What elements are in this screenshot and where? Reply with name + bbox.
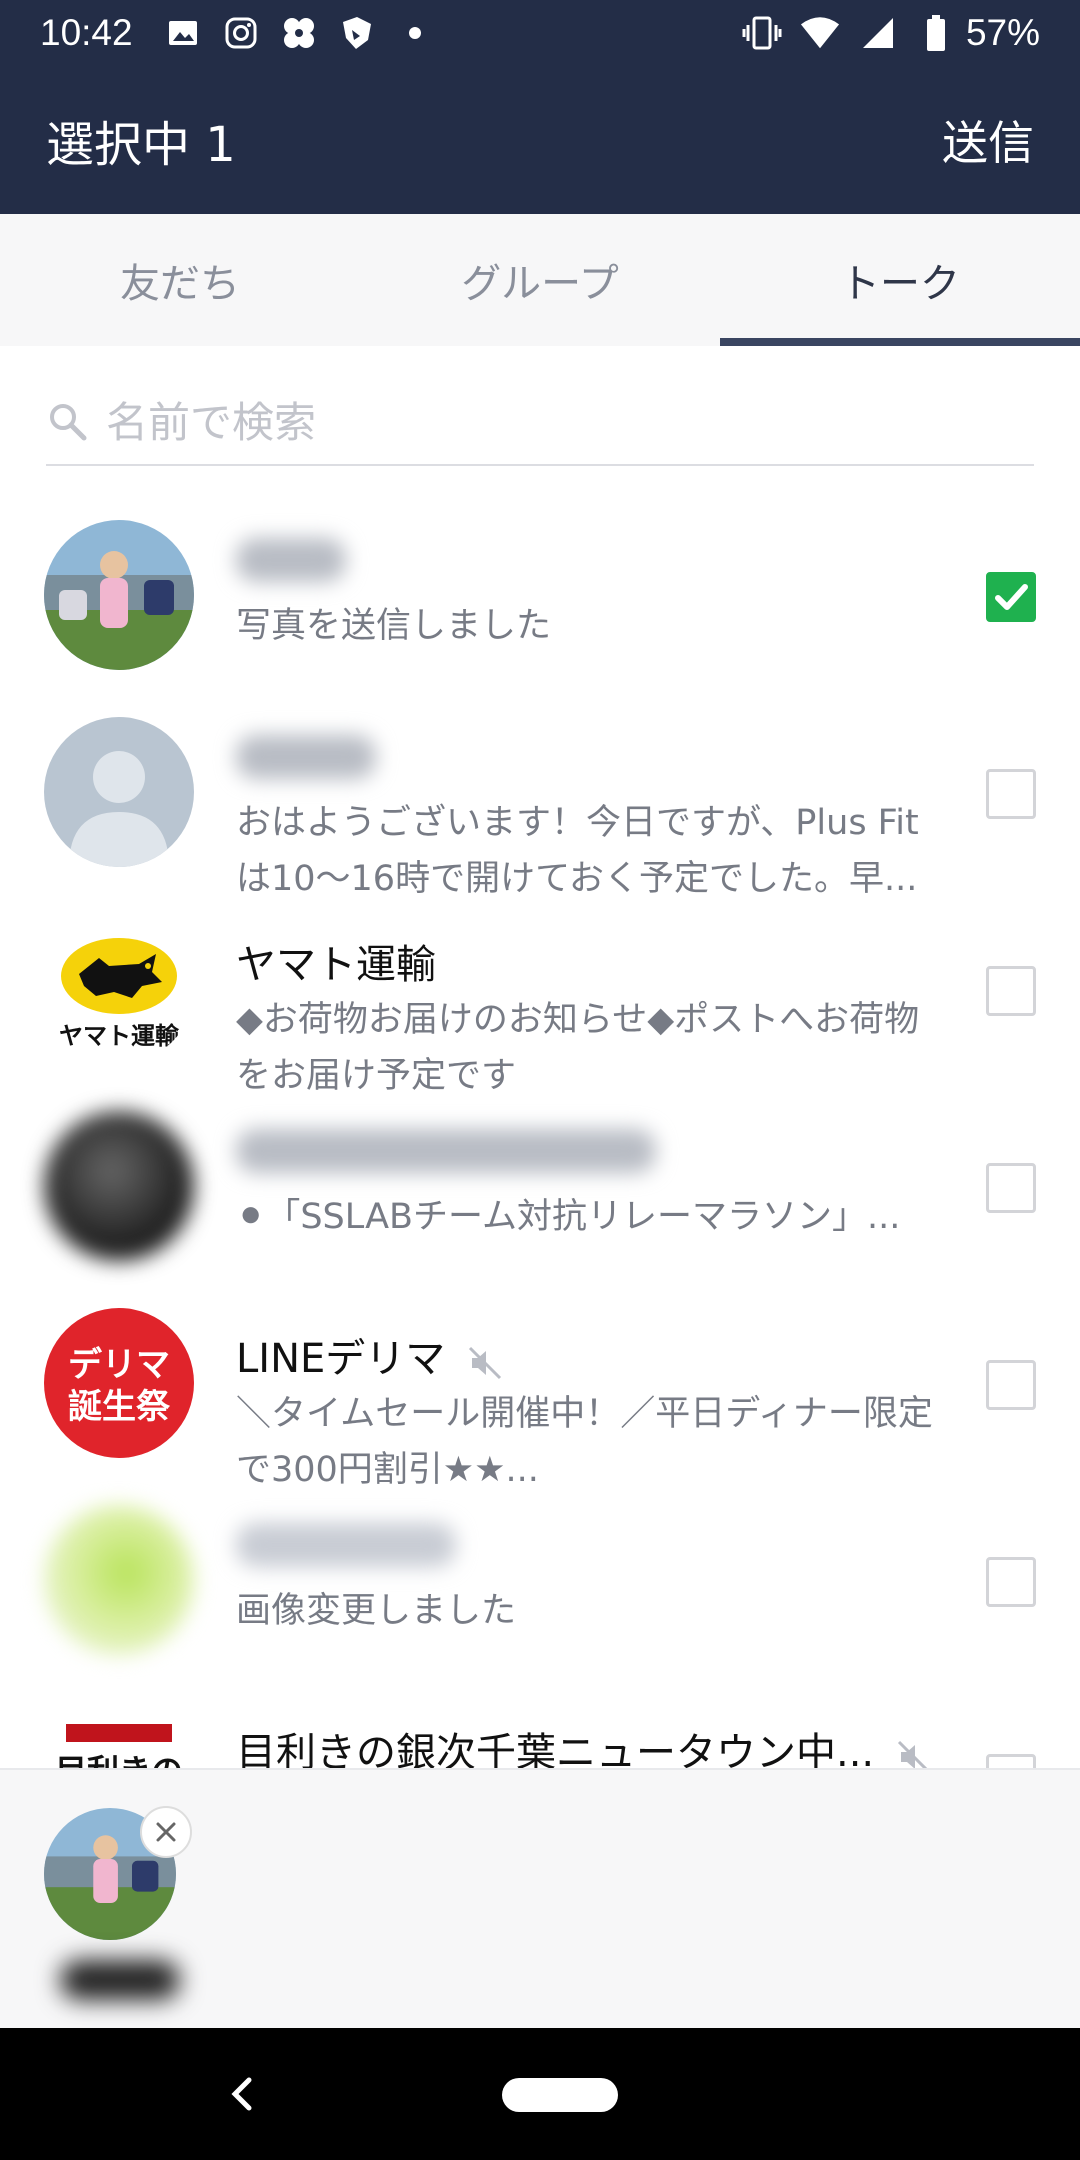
search-icon <box>46 400 90 444</box>
ginji-logo: 目利きの <box>44 1702 194 1768</box>
mute-icon <box>468 1344 502 1380</box>
avatar <box>44 1505 194 1655</box>
chat-row[interactable]: ヤマト運輸 ヤマト運輸 ◆お荷物お届けのお知らせ◆ポストへお荷物をお届け予定です <box>0 894 1080 1096</box>
chat-name-text: 目利きの銀次千葉ニュータウン中... <box>236 1730 875 1768</box>
chat-checkbox[interactable] <box>986 966 1036 1016</box>
svg-text:ヤマト運輸: ヤマト運輸 <box>59 1022 180 1050</box>
app-bar: 選択中 1 送信 <box>0 66 1080 214</box>
app-icon <box>279 13 319 53</box>
search-bar <box>46 380 1034 466</box>
selection-count-title: 選択中 1 <box>46 117 236 173</box>
chat-name-blurred <box>236 735 376 779</box>
dot-icon <box>395 13 435 53</box>
chat-name-blurred <box>236 538 346 582</box>
avatar <box>44 520 194 670</box>
back-button[interactable] <box>212 2064 272 2124</box>
avatar <box>44 717 194 867</box>
tab-chats[interactable]: トーク <box>720 214 1080 346</box>
chat-preview: おはようございます！今日ですが、Plus Fitは10〜16時で開けておく予定で… <box>236 803 919 899</box>
chat-name-blurred <box>236 1523 456 1567</box>
chat-row[interactable]: ⚫「SSLABチーム対抗リレーマラソン」... <box>0 1091 1080 1288</box>
search-input[interactable] <box>106 397 1006 447</box>
system-nav-bar <box>0 2028 1080 2160</box>
battery-percent: 57% <box>965 12 1040 53</box>
selected-name-blurred <box>60 1960 180 2000</box>
chat-row[interactable]: 画像変更しました <box>0 1485 1080 1682</box>
chat-checkbox[interactable] <box>986 769 1036 819</box>
tab-bar: 友だち グループ トーク <box>0 214 1080 346</box>
delima-logo: デリマ 誕生祭 <box>44 1308 194 1458</box>
wifi-icon <box>800 13 840 53</box>
send-button[interactable]: 送信 <box>942 107 1034 173</box>
battery-icon <box>916 13 956 53</box>
remove-selection-button[interactable] <box>140 1806 192 1858</box>
shield-icon <box>337 13 377 53</box>
tab-groups[interactable]: グループ <box>360 214 720 346</box>
svg-text:デリマ: デリマ <box>68 1345 170 1385</box>
svg-text:目利きの: 目利きの <box>55 1752 183 1768</box>
chat-list: 写真を送信しました おはようございます！今日ですが、Plus Fitは10〜16… <box>0 500 1080 1768</box>
chat-checkbox[interactable] <box>986 572 1036 622</box>
chat-name-blurred <box>236 1129 656 1173</box>
chat-checkbox[interactable] <box>986 1557 1036 1607</box>
mute-icon <box>897 1738 931 1768</box>
chat-row[interactable]: 目利きの 目利きの銀次千葉ニュータウン中... <box>0 1682 1080 1768</box>
tab-friends[interactable]: 友だち <box>0 214 360 346</box>
status-bar: 10:42 57% <box>0 0 1080 66</box>
instagram-icon <box>221 13 261 53</box>
chat-name: ヤマト運輸 <box>236 942 436 988</box>
svg-text:誕生祭: 誕生祭 <box>68 1387 171 1427</box>
chat-name: 目利きの銀次千葉ニュータウン中... <box>236 1720 931 1768</box>
vibrate-icon <box>742 13 782 53</box>
chevron-left-icon <box>231 2077 252 2111</box>
yamato-logo: ヤマト運輸 <box>44 914 194 1064</box>
status-time: 10:42 <box>40 12 133 53</box>
chat-name-text: LINEデリマ <box>236 1336 446 1382</box>
chat-preview: ◆お荷物お届けのお知らせ◆ポストへお荷物をお届け予定です <box>236 1000 920 1096</box>
avatar <box>44 1111 194 1261</box>
chat-preview: ＼タイムセール開催中！／平日ディナー限定で300円割引★★... <box>236 1394 933 1490</box>
chat-checkbox[interactable] <box>986 1163 1036 1213</box>
chat-name: LINEデリマ <box>236 1326 502 1384</box>
chat-row[interactable]: おはようございます！今日ですが、Plus Fitは10〜16時で開けておく予定で… <box>0 697 1080 899</box>
chat-row[interactable]: 写真を送信しました <box>0 500 1080 697</box>
chat-preview: ⚫「SSLABチーム対抗リレーマラソン」... <box>236 1197 901 1237</box>
chat-preview: 画像変更しました <box>236 1591 517 1631</box>
chat-preview: 写真を送信しました <box>236 606 552 646</box>
selected-tray <box>0 1768 1080 2028</box>
home-pill-button[interactable] <box>502 2078 618 2112</box>
chat-checkbox[interactable] <box>986 1754 1036 1768</box>
signal-icon <box>858 13 898 53</box>
chat-checkbox[interactable] <box>986 1360 1036 1410</box>
chat-row[interactable]: デリマ 誕生祭 LINEデリマ ＼タイムセール開催中！／平日ディナー限定で300… <box>0 1288 1080 1490</box>
image-icon <box>163 13 203 53</box>
close-icon <box>156 1822 176 1842</box>
